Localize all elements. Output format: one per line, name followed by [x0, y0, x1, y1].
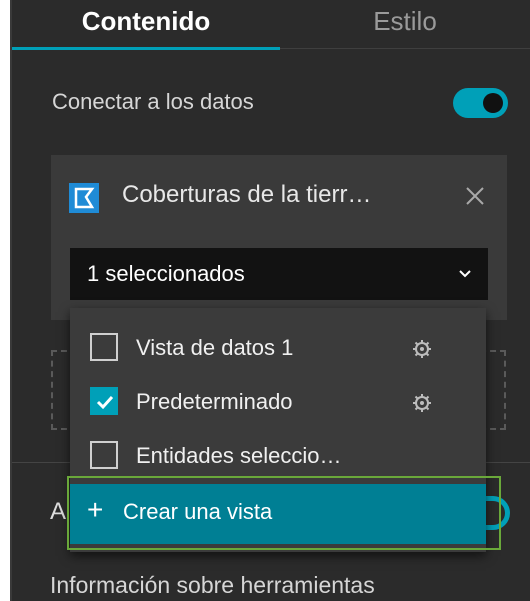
connect-data-label: Conectar a los datos	[52, 89, 254, 114]
highlight-box	[67, 476, 501, 550]
active-tab-indicator	[12, 47, 280, 50]
map-layer-icon	[69, 183, 99, 213]
settings-panel: Contenido Estilo Conectar a los datos Co…	[0, 0, 530, 601]
data-view-select[interactable]: 1 seleccionados	[70, 248, 488, 300]
gear-icon[interactable]	[412, 339, 432, 359]
menu-item-label: Predeterminado	[136, 389, 293, 414]
check-icon	[96, 395, 114, 410]
select-value: 1 seleccionados	[87, 261, 245, 286]
connect-data-toggle[interactable]	[453, 88, 508, 118]
menu-item-data-view-1[interactable]: Vista de datos 1	[70, 320, 486, 376]
left-border	[10, 0, 12, 601]
gear-icon[interactable]	[412, 393, 432, 413]
tooltip-section-label: Información sobre herramientas	[50, 572, 375, 598]
menu-item-label: Entidades seleccio…	[136, 443, 342, 468]
menu-item-default[interactable]: Predeterminado	[70, 374, 486, 430]
menu-item-label: Vista de datos 1	[136, 335, 294, 360]
checkbox[interactable]	[90, 441, 118, 469]
close-icon[interactable]	[461, 182, 489, 210]
toggle-knob	[483, 93, 503, 113]
datasource-title: Coberturas de la tierr…	[122, 181, 372, 208]
obscured-section-label: A	[50, 498, 67, 525]
chevron-down-icon	[459, 270, 471, 278]
checkbox[interactable]	[90, 333, 118, 361]
checkbox-checked[interactable]	[90, 387, 118, 415]
left-edge	[0, 0, 10, 601]
tabs-divider	[280, 48, 530, 49]
